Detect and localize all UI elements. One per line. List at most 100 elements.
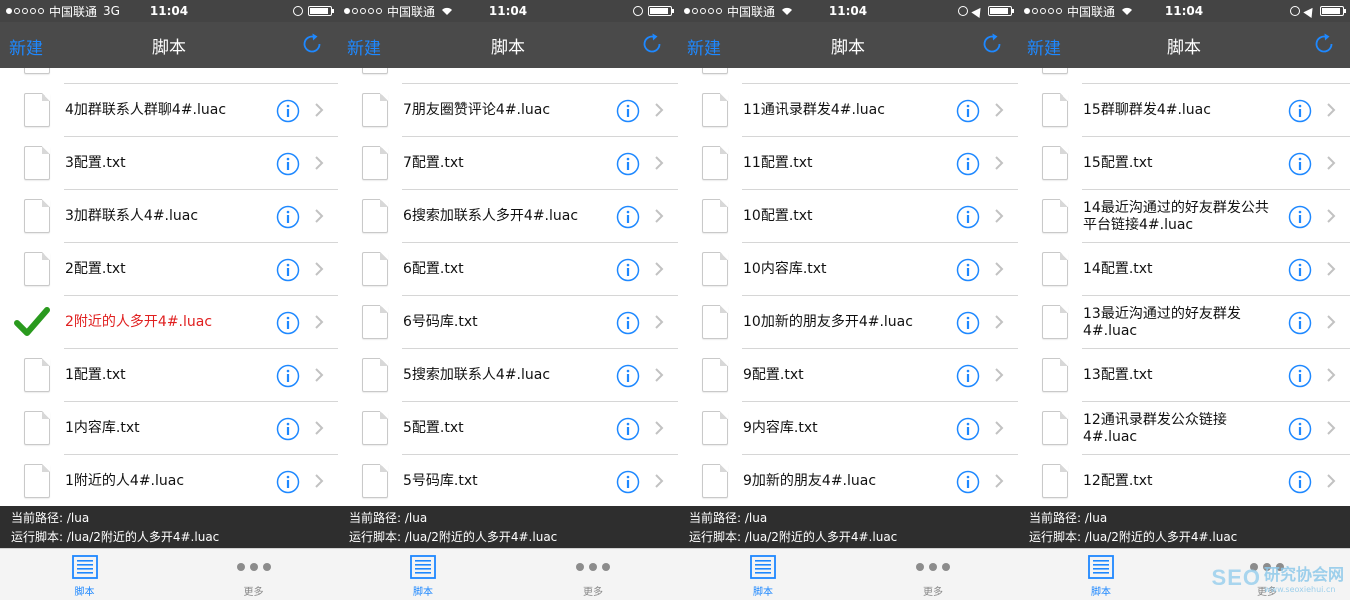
list-item[interactable]: 3配置.txt bbox=[0, 137, 338, 190]
new-button[interactable]: 新建 bbox=[687, 34, 721, 59]
info-icon[interactable] bbox=[616, 152, 640, 176]
chevron-right-icon bbox=[655, 474, 664, 488]
info-icon[interactable] bbox=[616, 258, 640, 282]
info-icon[interactable] bbox=[1288, 152, 1312, 176]
new-button[interactable]: 新建 bbox=[1027, 34, 1061, 59]
info-icon[interactable] bbox=[1288, 205, 1312, 229]
list-item[interactable]: 9加新的朋友4#.luac bbox=[678, 455, 1018, 506]
info-icon[interactable] bbox=[1288, 417, 1312, 441]
refresh-icon[interactable] bbox=[980, 32, 1004, 56]
list-item[interactable]: 2配置.txt bbox=[0, 243, 338, 296]
file-name: 3加群联系人4#.luac bbox=[65, 208, 199, 224]
document-icon bbox=[24, 93, 50, 127]
list-item[interactable]: 1附近的人4#.luac bbox=[0, 455, 338, 506]
tab-more[interactable]: 更多 bbox=[508, 549, 678, 600]
signal-strength-icon bbox=[1024, 8, 1062, 14]
tab-more[interactable]: 更多 bbox=[848, 549, 1018, 600]
info-icon[interactable] bbox=[276, 417, 300, 441]
list-item[interactable]: 6搜索加联系人多开4#.luac bbox=[338, 190, 678, 243]
list-item[interactable]: 11通讯录群发4#.luac bbox=[678, 84, 1018, 137]
current-path-text: 当前路径: /lua bbox=[349, 511, 428, 525]
signal-strength-icon bbox=[344, 8, 382, 14]
file-name: 3配置.txt bbox=[65, 155, 126, 171]
file-list[interactable]: 15群聊群发4#.luac 15配置.txt 14最近沟通过的好友群发公共平台链… bbox=[1018, 68, 1350, 506]
tab-script[interactable]: 脚本 bbox=[678, 549, 848, 600]
file-list[interactable]: 11通讯录群发4#.luac 11配置.txt 10配置.txt 10内容库.t… bbox=[678, 68, 1018, 506]
list-item[interactable]: 6配置.txt bbox=[338, 243, 678, 296]
tab-more[interactable]: 更多 bbox=[169, 549, 338, 600]
refresh-icon[interactable] bbox=[300, 32, 324, 56]
info-icon[interactable] bbox=[616, 99, 640, 123]
list-item[interactable]: 10加新的朋友多开4#.luac bbox=[678, 296, 1018, 349]
new-button[interactable]: 新建 bbox=[347, 34, 381, 59]
file-list[interactable]: 4加群联系人群聊4#.luac 3配置.txt 3加群联系人4#.luac 2配… bbox=[0, 68, 338, 506]
list-item[interactable]: 9配置.txt bbox=[678, 349, 1018, 402]
info-icon[interactable] bbox=[956, 152, 980, 176]
list-item[interactable]: 15群聊群发4#.luac bbox=[1018, 84, 1350, 137]
info-icon[interactable] bbox=[956, 205, 980, 229]
file-name: 12通讯录群发公众链接4#.luac bbox=[1083, 411, 1227, 445]
info-icon[interactable] bbox=[276, 258, 300, 282]
document-icon bbox=[362, 252, 388, 286]
list-item[interactable]: 3加群联系人4#.luac bbox=[0, 190, 338, 243]
list-item[interactable]: 7配置.txt bbox=[338, 137, 678, 190]
list-item[interactable]: 7朋友圈赞评论4#.luac bbox=[338, 84, 678, 137]
battery-icon bbox=[988, 6, 1014, 16]
tab-script[interactable]: 脚本 bbox=[1018, 549, 1184, 600]
battery-icon bbox=[1320, 6, 1346, 16]
list-item[interactable]: 10内容库.txt bbox=[678, 243, 1018, 296]
list-item[interactable]: 9内容库.txt bbox=[678, 402, 1018, 455]
info-icon[interactable] bbox=[616, 364, 640, 388]
info-icon[interactable] bbox=[616, 470, 640, 494]
list-item[interactable]: 11配置.txt bbox=[678, 137, 1018, 190]
file-name: 5配置.txt bbox=[403, 420, 464, 436]
info-icon[interactable] bbox=[616, 311, 640, 335]
chevron-right-icon bbox=[315, 103, 324, 117]
list-item[interactable]: 12配置.txt bbox=[1018, 455, 1350, 506]
list-item[interactable]: 4加群联系人群聊4#.luac bbox=[0, 84, 338, 137]
info-icon[interactable] bbox=[1288, 311, 1312, 335]
list-item[interactable]: 1配置.txt bbox=[0, 349, 338, 402]
info-icon[interactable] bbox=[276, 152, 300, 176]
info-icon[interactable] bbox=[276, 99, 300, 123]
info-icon[interactable] bbox=[1288, 470, 1312, 494]
info-icon[interactable] bbox=[956, 99, 980, 123]
info-icon[interactable] bbox=[616, 205, 640, 229]
new-button[interactable]: 新建 bbox=[9, 34, 43, 59]
chevron-right-icon bbox=[995, 103, 1004, 117]
list-item[interactable]: 2附近的人多开4#.luac bbox=[0, 296, 338, 349]
list-item[interactable]: 10配置.txt bbox=[678, 190, 1018, 243]
refresh-icon[interactable] bbox=[1312, 32, 1336, 56]
info-icon[interactable] bbox=[956, 364, 980, 388]
info-icon[interactable] bbox=[1288, 99, 1312, 123]
list-item bbox=[0, 68, 338, 84]
info-icon[interactable] bbox=[616, 417, 640, 441]
file-list[interactable]: 7朋友圈赞评论4#.luac 7配置.txt 6搜索加联系人多开4#.luac … bbox=[338, 68, 678, 506]
list-item[interactable]: 14配置.txt bbox=[1018, 243, 1350, 296]
list-item[interactable]: 5搜索加联系人4#.luac bbox=[338, 349, 678, 402]
tab-script[interactable]: 脚本 bbox=[0, 549, 169, 600]
info-icon[interactable] bbox=[276, 311, 300, 335]
info-icon[interactable] bbox=[1288, 258, 1312, 282]
info-icon[interactable] bbox=[956, 258, 980, 282]
info-icon[interactable] bbox=[1288, 364, 1312, 388]
info-icon[interactable] bbox=[956, 417, 980, 441]
refresh-icon[interactable] bbox=[640, 32, 664, 56]
info-icon[interactable] bbox=[276, 364, 300, 388]
document-icon bbox=[1042, 93, 1068, 127]
list-item[interactable]: 15配置.txt bbox=[1018, 137, 1350, 190]
list-item[interactable]: 12通讯录群发公众链接4#.luac bbox=[1018, 402, 1350, 455]
list-item[interactable]: 5号码库.txt bbox=[338, 455, 678, 506]
info-icon[interactable] bbox=[276, 470, 300, 494]
info-icon[interactable] bbox=[956, 470, 980, 494]
list-item[interactable]: 6号码库.txt bbox=[338, 296, 678, 349]
file-name: 1内容库.txt bbox=[65, 420, 140, 436]
info-icon[interactable] bbox=[956, 311, 980, 335]
list-item[interactable]: 14最近沟通过的好友群发公共平台链接4#.luac bbox=[1018, 190, 1350, 243]
list-item[interactable]: 1内容库.txt bbox=[0, 402, 338, 455]
tab-script[interactable]: 脚本 bbox=[338, 549, 508, 600]
list-item[interactable]: 5配置.txt bbox=[338, 402, 678, 455]
info-icon[interactable] bbox=[276, 205, 300, 229]
list-item[interactable]: 13配置.txt bbox=[1018, 349, 1350, 402]
list-item[interactable]: 13最近沟通过的好友群发4#.luac bbox=[1018, 296, 1350, 349]
